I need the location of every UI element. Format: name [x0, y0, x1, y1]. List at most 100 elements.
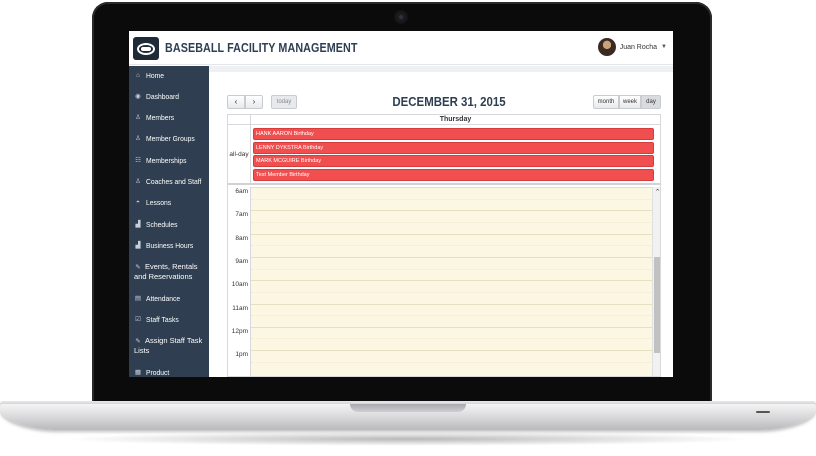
- time-label: 1pm: [235, 351, 248, 359]
- sidebar-item[interactable]: ✎ Assign Staff Task Lists: [129, 336, 209, 355]
- sidebar-item[interactable]: ♙ Member Groups: [129, 134, 204, 143]
- sidebar-item[interactable]: ⌂ Home: [129, 71, 170, 80]
- all-day-row: all-day HANK AARON Birthday LENNY DYKSTRA…: [228, 125, 660, 185]
- sidebar-item-label: Product: [146, 368, 170, 377]
- caret-down-icon[interactable]: ▼: [661, 44, 667, 50]
- hour-line: [251, 187, 653, 188]
- next-button[interactable]: ›: [245, 95, 263, 109]
- ticket-icon: ✎: [135, 264, 141, 271]
- today-button[interactable]: today: [271, 95, 297, 109]
- app-title: BASEBALL FACILITY MANAGEMENT: [165, 41, 358, 55]
- avatar[interactable]: [597, 38, 616, 56]
- half-hour-line: [251, 245, 653, 247]
- user-name[interactable]: Juan Rocha: [620, 44, 657, 51]
- list-icon: ▤: [134, 295, 142, 302]
- event[interactable]: MARK MCGUIRE Birthday: [253, 155, 654, 167]
- sidebar-item[interactable]: ◓ Lessons: [129, 198, 178, 207]
- half-hour-line: [251, 338, 653, 340]
- home-icon: ⌂: [136, 72, 140, 79]
- users-icon: ♙: [135, 135, 141, 142]
- hour-line: [251, 326, 653, 328]
- time-slots[interactable]: [250, 187, 653, 376]
- time-label: 6am: [235, 188, 248, 195]
- half-hour-line: [251, 315, 653, 317]
- pencil-icon: ✎: [135, 338, 141, 345]
- sidebar-item[interactable]: ☑ Staff Tasks: [129, 315, 186, 324]
- sidebar-item[interactable]: ◉ Dashboard: [129, 92, 187, 101]
- sidebar-item[interactable]: ▟ Schedules: [129, 220, 185, 229]
- hour-line: [251, 233, 653, 235]
- sidebar-item-label: Attendance: [146, 294, 181, 303]
- sidebar-item-label: Lessons: [146, 198, 172, 207]
- prev-button[interactable]: ‹: [227, 95, 245, 109]
- sidebar-item-label: Business Hours: [146, 241, 194, 250]
- day-header-label: Thursday: [250, 115, 660, 125]
- scrollbar[interactable]: ⌃: [652, 187, 660, 376]
- sidebar-item-label: Assign Staff Task Lists: [134, 336, 203, 355]
- main-content: ‹ › today DECEMBER 31, 2015 month week d…: [209, 66, 673, 377]
- power-led: [756, 411, 770, 413]
- sidebar-item[interactable]: ☷ Memberships: [129, 156, 195, 165]
- scrollbar-thumb[interactable]: [654, 257, 660, 353]
- chart-icon: ▟: [135, 242, 141, 249]
- content-strip: [209, 66, 673, 72]
- all-day-area[interactable]: HANK AARON Birthday LENNY DYKSTRA Birthda…: [250, 125, 660, 183]
- event[interactable]: Test Member Birthday: [253, 168, 654, 181]
- calendar-title: DECEMBER 31, 2015: [392, 94, 506, 109]
- half-hour-line: [251, 221, 653, 223]
- calendar-grid: Thursday all-day HANK AARON Birthday LENN…: [227, 114, 661, 377]
- day-header: Thursday: [228, 115, 660, 125]
- camera-icon: [396, 12, 406, 22]
- event[interactable]: LENNY DYKSTRA Birthday: [253, 141, 654, 154]
- laptop-mockup: BASEBALL FACILITY MANAGEMENT Juan Rocha …: [0, 0, 816, 456]
- hour-line: [251, 303, 653, 305]
- sidebar: ⌂ Home ◉ Dashboard ♙ Members ♙ Member Groups ☷ Me…: [129, 66, 209, 377]
- view-week-button[interactable]: week: [619, 95, 641, 109]
- cap-icon: ◓: [136, 199, 140, 206]
- chevron-up-icon[interactable]: ⌃: [653, 189, 660, 197]
- all-day-label: all-day: [229, 150, 249, 158]
- group-icon: ☷: [135, 157, 141, 164]
- logo-icon[interactable]: [133, 37, 159, 60]
- hour-line: [251, 280, 653, 282]
- time-label: 8am: [235, 234, 248, 242]
- hour-line: [251, 350, 653, 352]
- time-axis: 6am 7am 8am 9am 10am 11am 12pm 1pm: [228, 187, 250, 376]
- sidebar-item[interactable]: ▤ Attendance: [129, 294, 188, 303]
- sidebar-item[interactable]: ▦ Product: [129, 368, 176, 377]
- app-screen: BASEBALL FACILITY MANAGEMENT Juan Rocha …: [129, 31, 673, 377]
- sidebar-item[interactable]: ♙ Members: [129, 113, 181, 122]
- user-icon: ♙: [135, 114, 141, 121]
- time-label: 12pm: [231, 327, 248, 335]
- view-month-button[interactable]: month: [593, 95, 619, 109]
- tasks-icon: ☑: [135, 316, 141, 323]
- top-bar: BASEBALL FACILITY MANAGEMENT Juan Rocha …: [129, 31, 673, 65]
- sidebar-item-label: Home: [146, 71, 165, 80]
- sidebar-item-label: Member Groups: [146, 134, 195, 143]
- sidebar-item[interactable]: ♙ Coaches and Staff: [129, 177, 209, 186]
- sidebar-item[interactable]: ▟ Business Hours: [129, 241, 203, 250]
- sidebar-item-label: Dashboard: [146, 92, 180, 101]
- sidebar-item-label: Events, Rentals and Reservations: [134, 262, 198, 281]
- event[interactable]: HANK AARON Birthday: [253, 128, 654, 140]
- box-icon: ▦: [134, 369, 142, 376]
- half-hour-line: [251, 198, 653, 200]
- user-menu[interactable]: Juan Rocha ▼: [597, 37, 667, 57]
- time-label: 10am: [231, 281, 248, 289]
- sidebar-item-label: Schedules: [146, 220, 178, 229]
- laptop-notch: [350, 404, 466, 412]
- half-hour-line: [251, 268, 653, 270]
- sidebar-item-label: Coaches and Staff: [146, 177, 202, 186]
- time-label: 9am: [235, 257, 248, 265]
- chevron-left-icon: ‹: [234, 97, 238, 106]
- half-hour-line: [251, 361, 653, 363]
- sidebar-item[interactable]: ✎ Events, Rentals and Reservations: [129, 262, 209, 281]
- chevron-right-icon: ›: [252, 97, 256, 106]
- half-hour-line: [251, 291, 653, 293]
- chart-icon: ▟: [135, 221, 141, 228]
- sidebar-item-label: Members: [146, 113, 175, 122]
- view-day-button[interactable]: day: [641, 95, 661, 109]
- time-label: 7am: [235, 211, 248, 219]
- sidebar-item-label: Memberships: [146, 156, 187, 165]
- time-label: 11am: [232, 304, 248, 312]
